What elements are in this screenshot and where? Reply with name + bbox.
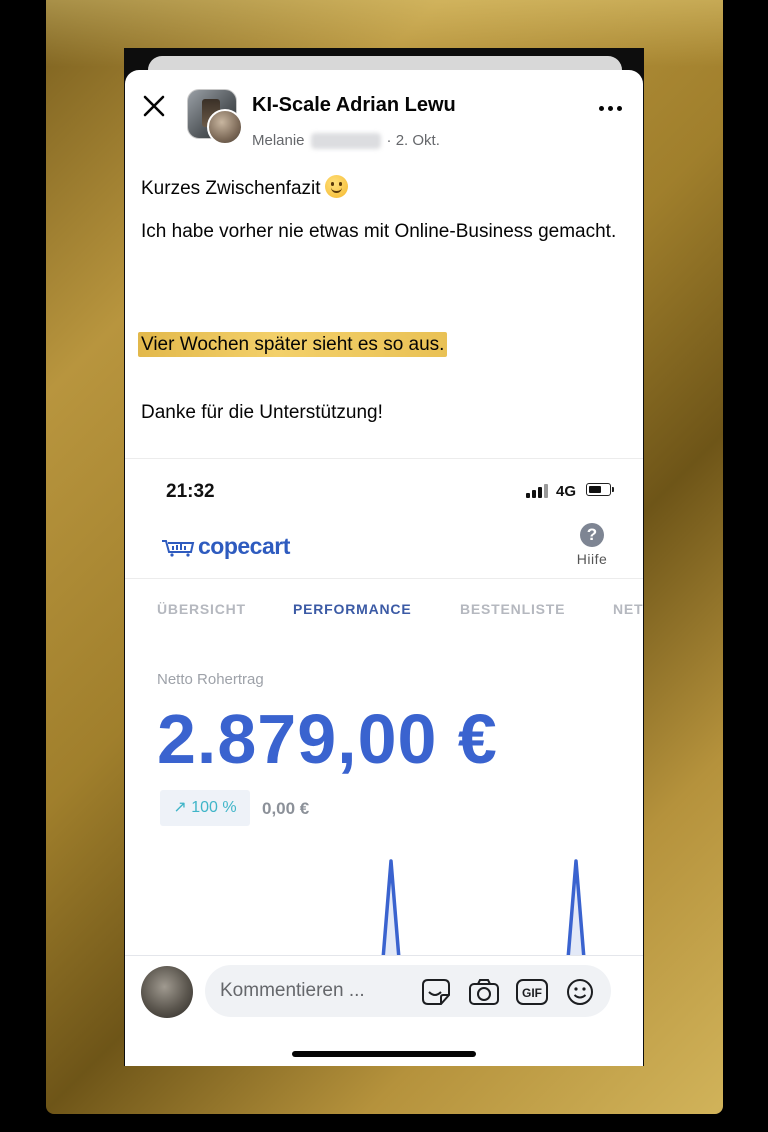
battery-icon (586, 483, 614, 496)
author-lastname-blurred (310, 132, 381, 149)
tab-uebersicht[interactable]: ÜBERSICHT (157, 601, 246, 617)
metric-label: Netto Rohertrag (157, 671, 264, 688)
comment-bar: Kommentieren ... GIF (125, 955, 643, 1066)
sticker-icon[interactable] (419, 977, 453, 1007)
highlighted-text: Vier Wochen später sieht es so aus. (138, 332, 448, 357)
comment-placeholder: Kommentieren ... (220, 980, 365, 1001)
post-sheet: KI-Scale Adrian Lewu Melanie · 2. Okt. K… (125, 70, 643, 1066)
user-avatar (141, 966, 193, 1018)
copecart-logo: copecart (161, 533, 290, 560)
emoji-icon[interactable] (563, 977, 597, 1007)
camera-icon[interactable] (467, 977, 501, 1007)
previous-value: 0,00 € (262, 799, 310, 818)
change-badge: ↗ 100 % (160, 790, 250, 826)
post-line-3: Vier Wochen später sieht es so aus. (138, 332, 448, 357)
divider (125, 578, 643, 579)
gif-label: GIF (522, 986, 542, 1000)
gif-icon[interactable]: GIF (515, 977, 549, 1007)
network-type: 4G (556, 483, 577, 500)
post-line-4: Danke für die Unterstützung! (141, 402, 383, 423)
post-line-2: Ich habe vorher nie etwas mit Online-Bus… (141, 221, 617, 242)
chart-spike-1 (381, 859, 401, 959)
more-options-icon[interactable] (599, 106, 623, 114)
logo-text: copecart (198, 533, 290, 559)
smile-emoji-icon (324, 175, 348, 198)
help-icon: ? (580, 523, 604, 547)
tab-performance[interactable]: PERFORMANCE (293, 601, 411, 617)
post-meta: Melanie · 2. Okt. (252, 132, 440, 149)
author-name[interactable]: Melanie (252, 132, 305, 149)
group-avatar[interactable] (187, 89, 243, 145)
post-line-1: Kurzes Zwischenfazit (141, 175, 348, 200)
close-icon[interactable] (142, 94, 166, 118)
tab-bestenliste[interactable]: BESTENLISTE (460, 601, 565, 617)
signal-icon (526, 484, 548, 498)
author-avatar (207, 109, 243, 145)
chart-spike-2 (566, 859, 586, 959)
help-button[interactable]: ? Hiife (572, 523, 612, 567)
metric-amount: 2.879,00 € (157, 700, 498, 778)
post-date: · 2. Okt. (386, 132, 440, 149)
help-label: Hiife (576, 551, 608, 567)
cart-icon (162, 539, 195, 557)
home-indicator (292, 1051, 476, 1057)
group-name[interactable]: KI-Scale Adrian Lewu (252, 94, 456, 117)
tab-net-partial[interactable]: NET (613, 601, 643, 617)
comment-input[interactable]: Kommentieren ... GIF (205, 965, 611, 1017)
status-time: 21:32 (166, 481, 215, 502)
revenue-chart (381, 859, 586, 959)
attached-screenshot[interactable]: 21:32 4G copecart ? Hiife ÜBERSICHT PERF… (125, 458, 643, 959)
